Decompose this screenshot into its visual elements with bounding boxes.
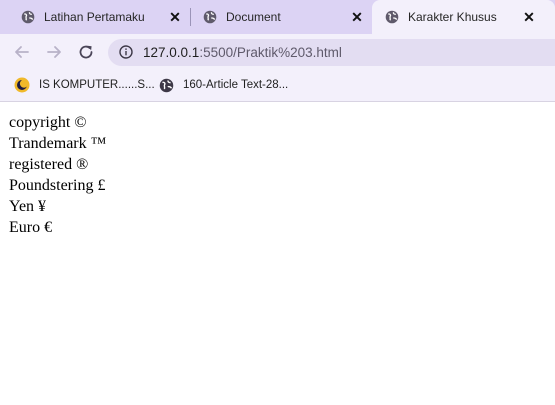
- moon-logo-icon: [14, 77, 30, 93]
- page-content: copyright © Trandemark ™ registered ® Po…: [9, 112, 106, 238]
- tab-strip: Latihan Pertamaku ✕ Document ✕ Karakter …: [0, 0, 555, 34]
- tab-title: Karakter Khusus: [408, 10, 497, 24]
- tab-title: Document: [226, 10, 281, 24]
- bookmark-label: IS KOMPUTER......S...: [39, 79, 155, 91]
- bookmarks-bar: IS KOMPUTER......S... 160-Article Text-2…: [0, 70, 555, 102]
- tab-latihan-pertamaku[interactable]: Latihan Pertamaku ✕: [8, 0, 190, 34]
- forward-arrow-icon[interactable]: [44, 42, 64, 62]
- tab-document[interactable]: Document ✕: [191, 0, 371, 34]
- text-line-trademark: Trandemark ™: [9, 135, 107, 152]
- text-line-pound: Poundstering £: [9, 177, 106, 194]
- address-bar[interactable]: 127.0.0.1:5500/Praktik%203.html: [108, 39, 555, 66]
- text-line-copyright: copyright ©: [9, 114, 87, 131]
- close-tab-icon[interactable]: ✕: [349, 9, 365, 25]
- text-line-yen: Yen ¥: [9, 198, 47, 215]
- text-line-registered: registered ®: [9, 156, 89, 173]
- bookmark-article-text[interactable]: 160-Article Text-28...: [159, 77, 288, 93]
- text-line-euro: Euro €: [9, 219, 53, 236]
- close-tab-icon[interactable]: ✕: [167, 9, 183, 25]
- url-host: 127.0.0.1: [143, 45, 200, 60]
- tab-title: Latihan Pertamaku: [44, 10, 145, 24]
- url-path: :5500/Praktik%203.html: [199, 45, 342, 60]
- bookmark-is-komputer[interactable]: IS KOMPUTER......S...: [14, 77, 155, 93]
- close-tab-icon[interactable]: ✕: [521, 9, 537, 25]
- url-text[interactable]: 127.0.0.1:5500/Praktik%203.html: [143, 45, 342, 60]
- globe-icon: [159, 78, 174, 92]
- reload-icon[interactable]: [76, 42, 96, 62]
- site-info-icon[interactable]: [119, 45, 133, 59]
- bookmark-label: 160-Article Text-28...: [183, 79, 289, 91]
- globe-icon: [385, 10, 399, 24]
- globe-icon: [203, 10, 217, 24]
- back-arrow-icon[interactable]: [12, 42, 32, 62]
- tab-karakter-khusus[interactable]: Karakter Khusus ✕: [372, 0, 555, 34]
- browser-toolbar: 127.0.0.1:5500/Praktik%203.html: [0, 34, 555, 70]
- globe-icon: [21, 10, 35, 24]
